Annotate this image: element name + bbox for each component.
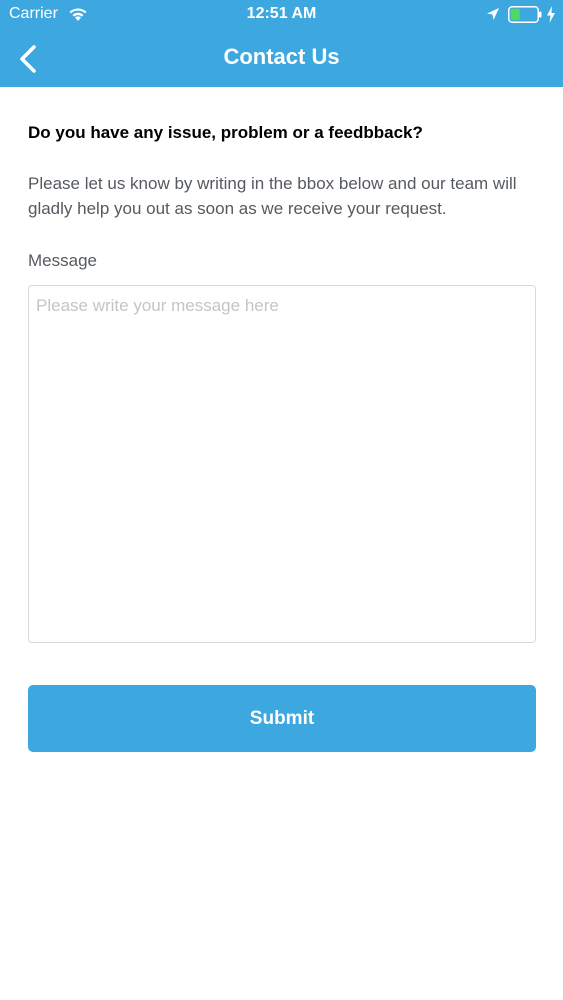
message-label: Message	[28, 251, 97, 270]
charge-icon	[547, 6, 555, 23]
clock-label: 12:51 AM	[246, 5, 317, 22]
header: Carrier 12:51 AM Contact Us	[0, 0, 563, 87]
battery-icon	[508, 6, 542, 23]
form-description: Please let us know by writing in the bbo…	[28, 174, 517, 218]
location-icon	[487, 8, 499, 20]
nav-bar: Contact Us	[0, 30, 563, 87]
page-title: Contact Us	[223, 44, 340, 69]
form-question: Do you have any issue, problem or a feed…	[28, 123, 423, 142]
message-input[interactable]	[28, 285, 536, 643]
status-bar: Carrier 12:51 AM	[0, 0, 563, 30]
submit-button[interactable]: Submit	[28, 685, 536, 752]
